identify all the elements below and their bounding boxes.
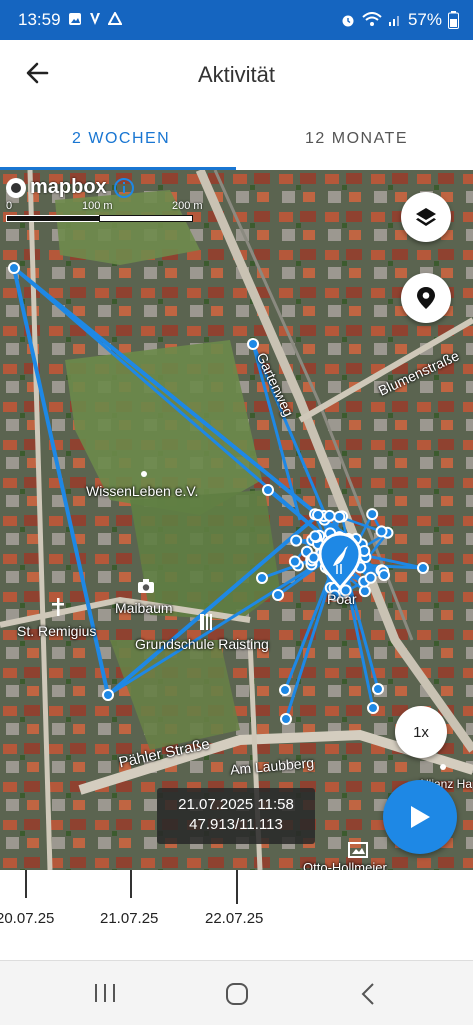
scale-label-100: 100 m [82,200,113,212]
image-icon [69,13,81,25]
track-point[interactable] [378,569,391,582]
track-point[interactable] [280,713,292,725]
gallery-poi-icon [348,842,368,858]
track-point[interactable] [309,530,322,543]
back-nav-icon[interactable] [360,982,376,1006]
track-point[interactable] [8,262,20,274]
wifi-icon [362,12,382,26]
home-icon[interactable] [225,982,249,1006]
label-grundschule: Grundschule Raisting [135,636,269,652]
timeline-tick [25,870,27,898]
playback-speed-button[interactable]: 1x [395,706,447,758]
map-view[interactable]: mapbox 0 100 m 200 m Gartenweg Blumenstr… [0,170,473,870]
timeline-date-2: 21.07.25 [100,910,159,927]
location-button[interactable] [401,273,451,323]
label-otto-hollmeier: Otto-Hollmeier [303,860,387,870]
track-point[interactable] [290,534,303,547]
track-point[interactable] [279,684,291,696]
track-point[interactable] [102,689,114,701]
track-point[interactable] [256,572,268,584]
layers-button[interactable] [401,192,451,242]
status-right: 57% [340,10,459,30]
label-st-remigius: St. Remigius [17,623,97,639]
track-point[interactable] [262,484,274,496]
info-datetime: 21.07.2025 11:58 [178,796,294,813]
timeline-date-1: 20.07.25 [0,910,55,927]
church-poi-icon [52,598,64,616]
track-point[interactable] [375,525,388,538]
track-point[interactable] [372,683,384,695]
battery-percent: 57% [407,10,442,29]
tab-bar: 2 WOCHEN 12 MONATE [0,112,473,170]
status-bar: 13:59 57% [0,0,473,40]
play-button[interactable] [383,780,457,854]
battery-icon [448,11,459,29]
label-wissenleben: WissenLeben e.V. [86,483,199,499]
drive-icon [108,12,122,25]
track-point[interactable] [307,551,320,564]
timeline-tick [130,870,132,898]
track-point[interactable] [364,571,377,584]
system-nav-bar [0,960,473,1025]
track-point[interactable] [333,510,346,523]
track-point[interactable] [367,702,379,714]
label-marker: Poar [327,591,357,607]
label-maibaum: Maibaum [115,600,173,616]
status-time: 13:59 [18,10,61,29]
app-bar: Aktivität [0,40,473,112]
recent-apps-icon[interactable] [93,983,117,1003]
scale-bar: 0 100 m 200 m [6,200,206,230]
track-point[interactable] [272,589,284,601]
track-info-box: 21.07.2025 11:58 47.913/11.113 [157,788,315,844]
track-point[interactable] [323,509,336,522]
track-point[interactable] [417,562,429,574]
mapbox-logo-icon [6,177,26,198]
timeline-current-tick[interactable] [236,870,238,904]
alarm-icon [342,15,354,27]
dot-poi-icon [440,764,446,770]
timeline-date-3: 22.07.25 [205,910,264,927]
page-title: Aktivität [197,62,276,87]
tab-2-weeks[interactable]: 2 WOCHEN [72,130,170,148]
v-app-icon [90,13,100,25]
info-coordinates: 47.913/11.113 [189,816,283,833]
info-icon[interactable] [113,177,135,199]
scale-label-0: 0 [6,200,13,212]
notification-icons [68,12,122,26]
dot-poi-icon [141,471,147,477]
scale-label-200: 200 m [172,200,203,212]
signal-icon [388,16,399,26]
mapbox-attribution: mapbox [5,176,135,199]
camera-poi-icon [138,579,154,593]
tab-12-months[interactable]: 12 MONATE [305,130,408,148]
track-point[interactable] [247,338,259,350]
location-pin-icon [417,287,435,309]
school-poi-icon [200,614,212,630]
timeline[interactable]: 20.07.25 21.07.25 22.07.25 [0,870,473,960]
track-point[interactable] [288,555,301,568]
layers-icon [416,208,436,226]
track-point[interactable] [358,585,371,598]
mapbox-wordmark: mapbox [30,176,107,198]
play-icon [411,806,430,828]
track-point[interactable] [366,508,379,521]
track-point[interactable] [312,509,324,521]
